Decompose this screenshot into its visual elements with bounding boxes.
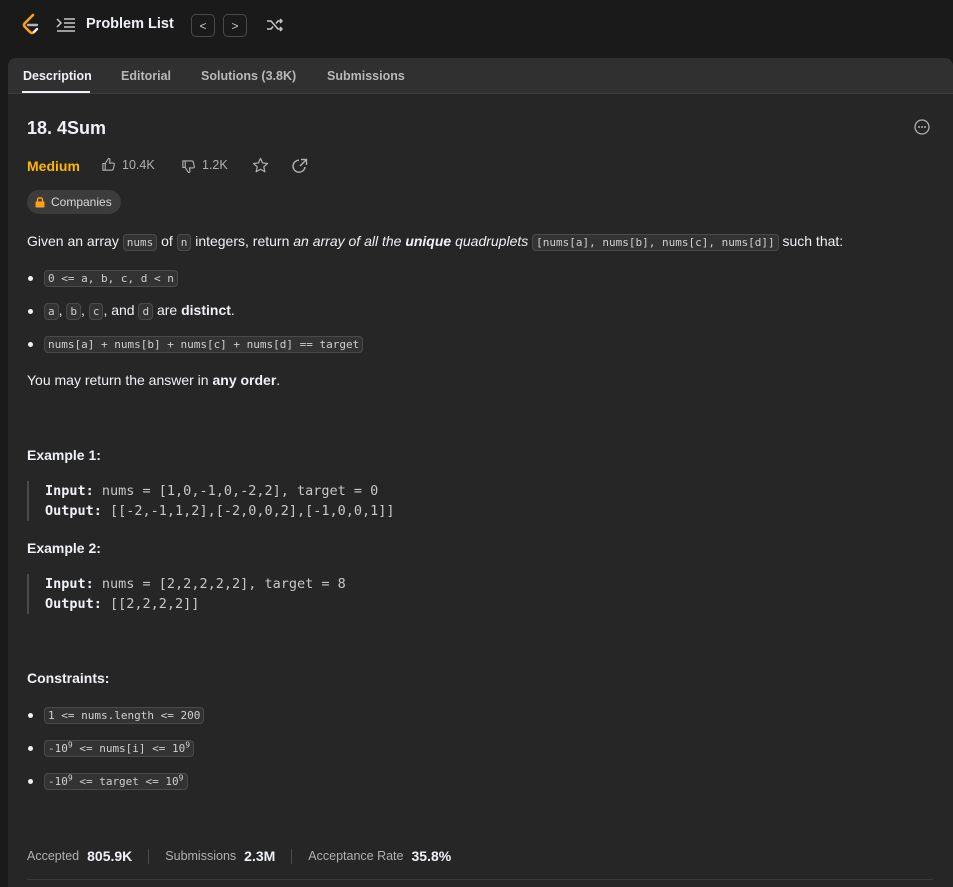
condition-2: a, b, c, and d are distinct.	[44, 302, 235, 320]
accepted-label: Accepted	[27, 849, 80, 863]
condition-text: ,	[81, 302, 89, 318]
inline-code: nums	[122, 234, 158, 251]
likes-count: 10.4K	[122, 158, 155, 172]
example-1-heading: Example 1:	[27, 447, 101, 463]
tab-description[interactable]: Description	[23, 69, 92, 83]
condition-text: are	[153, 302, 182, 318]
shuffle-icon[interactable]	[266, 17, 284, 33]
constraint-1: 1 <= nums.length <= 200	[44, 706, 205, 724]
chevron-left-icon: <	[199, 18, 207, 33]
inline-code: nums[a] + nums[b] + nums[c] + nums[d] ==…	[44, 336, 364, 353]
output-label: Output:	[45, 503, 102, 519]
lock-icon	[35, 196, 45, 207]
intro-text: Given an array	[27, 233, 123, 249]
active-tab-indicator	[22, 91, 90, 93]
top-bar: Problem List < >	[0, 0, 953, 50]
accepted-value: 805.9K	[87, 848, 133, 864]
prev-problem-button[interactable]: <	[191, 14, 215, 37]
output-label: Output:	[45, 596, 102, 612]
acceptance-rate-label: Acceptance Rate	[308, 849, 404, 863]
order-text: .	[276, 372, 281, 388]
difficulty-badge: Medium	[27, 158, 80, 174]
submissions-label: Submissions	[165, 849, 237, 863]
thumbs-down-icon[interactable]	[181, 159, 196, 174]
bullet-dot	[28, 713, 33, 718]
chevron-right-icon: >	[231, 18, 239, 33]
star-icon[interactable]	[252, 157, 269, 174]
inline-code: b	[66, 303, 82, 320]
input-value: nums = [2,2,2,2,2], target = 8	[93, 576, 346, 592]
intro-text: integers, return	[191, 233, 294, 249]
bullet-dot	[28, 779, 33, 784]
order-text: You may return the answer in	[27, 372, 213, 388]
example-2-block: Input: nums = [2,2,2,2,2], target = 8 Ou…	[27, 574, 447, 614]
stats-divider	[291, 848, 293, 864]
problem-list-icon[interactable]	[56, 17, 76, 33]
constraint-text: -10	[48, 742, 68, 755]
inline-code: -109 <= nums[i] <= 109	[44, 740, 195, 757]
input-value: nums = [1,0,-1,0,-2,2], target = 0	[93, 483, 379, 499]
inline-code: 0 <= a, b, c, d < n	[44, 270, 178, 287]
problem-list-link[interactable]: Problem List	[86, 16, 174, 32]
tab-bar: Description Editorial Solutions (3.8K) S…	[8, 58, 953, 94]
submissions-value: 2.3M	[244, 848, 276, 864]
example-2-heading: Example 2:	[27, 540, 101, 556]
output-value: [[2,2,2,2]]	[101, 596, 200, 612]
inline-code: [nums[a], nums[b], nums[c], nums[d]]	[532, 234, 779, 251]
footer-divider	[27, 879, 933, 880]
next-problem-button[interactable]: >	[223, 14, 247, 37]
condition-3: nums[a] + nums[b] + nums[c] + nums[d] ==…	[44, 335, 364, 353]
companies-button[interactable]: Companies	[27, 190, 121, 214]
inline-code: 1 <= nums.length <= 200	[44, 707, 205, 724]
thumbs-up-icon[interactable]	[101, 157, 116, 172]
intro-text: such that:	[778, 233, 844, 249]
exponent: 9	[185, 740, 191, 750]
inline-code: n	[176, 234, 192, 251]
problem-title: 18. 4Sum	[27, 118, 107, 138]
stats-divider	[148, 848, 150, 864]
example-1-block: Input: nums = [1,0,-1,0,-2,2], target = …	[27, 481, 447, 521]
tab-solutions[interactable]: Solutions (3.8K)	[201, 69, 296, 83]
bullet-dot	[28, 276, 33, 281]
description-panel: Description Editorial Solutions (3.8K) S…	[8, 58, 953, 887]
inline-code: -109 <= target <= 109	[44, 773, 188, 790]
acceptance-rate-value: 35.8%	[411, 848, 452, 864]
inline-code: d	[138, 303, 154, 320]
condition-1: 0 <= a, b, c, d < n	[44, 269, 178, 287]
inline-code: a	[44, 303, 59, 320]
inline-code: c	[88, 303, 104, 320]
order-bold: any order	[212, 372, 277, 388]
dislikes-count: 1.2K	[202, 158, 228, 172]
companies-label: Companies	[51, 195, 112, 209]
condition-text: , and	[103, 302, 139, 318]
intro-text: of	[157, 233, 177, 249]
constraints-heading: Constraints:	[27, 670, 110, 686]
exponent: 9	[178, 773, 184, 783]
problem-intro: Given an array nums of n integers, retur…	[27, 233, 844, 251]
share-icon[interactable]	[292, 158, 308, 174]
condition-bold: distinct	[181, 302, 231, 318]
bullet-dot	[28, 746, 33, 751]
bullet-dot	[28, 342, 33, 347]
tab-editorial[interactable]: Editorial	[121, 69, 171, 83]
input-label: Input:	[45, 483, 94, 499]
more-options-icon[interactable]	[914, 119, 930, 135]
intro-emphasis: an array of all the	[293, 233, 406, 249]
input-label: Input:	[45, 576, 94, 592]
intro-emphasis-bold: unique	[405, 233, 452, 249]
leetcode-logo-icon[interactable]	[20, 13, 42, 37]
condition-text: .	[230, 302, 235, 318]
constraint-text: <= target <= 10	[72, 775, 179, 788]
constraint-text: <= nums[i] <= 10	[72, 742, 186, 755]
output-value: [[-2,-1,1,2],[-2,0,0,2],[-1,0,0,1]]	[101, 503, 395, 519]
tab-submissions[interactable]: Submissions	[327, 69, 405, 83]
order-note: You may return the answer in any order.	[27, 372, 280, 388]
constraint-2: -109 <= nums[i] <= 109	[44, 739, 195, 757]
constraint-text: -10	[48, 775, 68, 788]
bullet-dot	[28, 309, 33, 314]
intro-emphasis: quadruplets	[451, 233, 529, 249]
constraint-3: -109 <= target <= 109	[44, 772, 188, 790]
stats-footer: Accepted 805.9K Submissions 2.3M Accepta…	[27, 848, 451, 864]
